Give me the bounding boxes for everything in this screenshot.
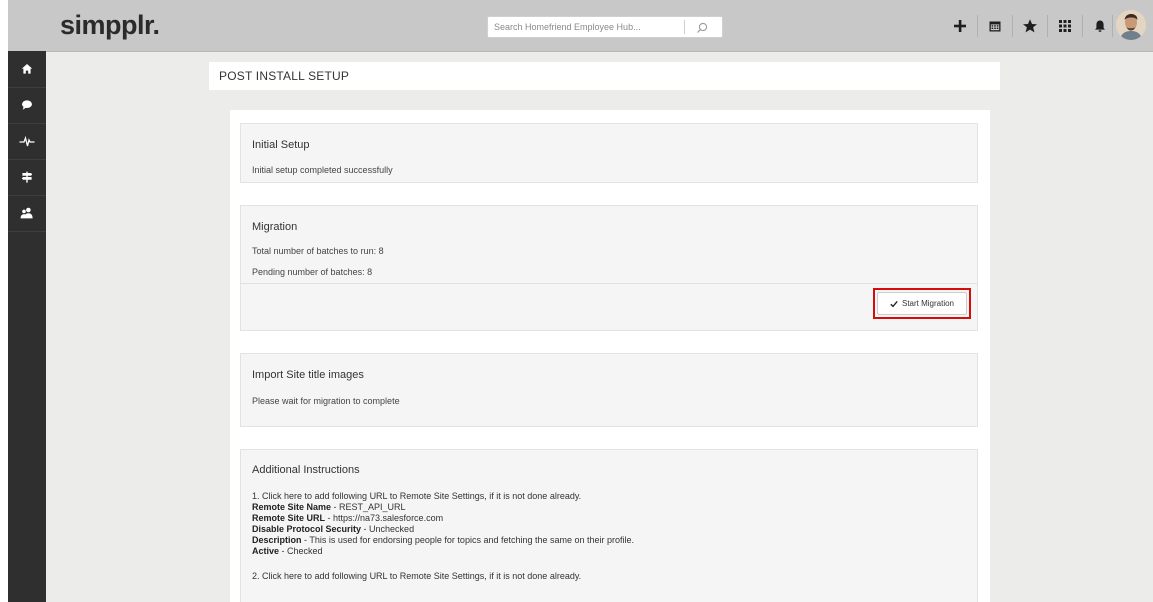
remote-site-name-line: Remote Site Name - REST_API_URL [252, 502, 406, 512]
total-batches-text: Total number of batches to run: 8 [252, 246, 384, 256]
instruction-step-2: 2. Click here to add following URL to Re… [252, 571, 582, 581]
page-title: POST INSTALL SETUP [219, 69, 350, 83]
rail-item-chat[interactable] [8, 87, 46, 124]
checkmark-icon [890, 300, 898, 307]
simpplr-logo[interactable]: simpplr. [60, 10, 160, 41]
migration-card-divider [241, 283, 977, 284]
pulse-icon [19, 135, 35, 147]
initial-setup-title: Initial Setup [252, 139, 310, 151]
calendar-icon[interactable] [981, 12, 1009, 40]
description-label: Description [252, 535, 302, 545]
rail-item-people[interactable] [8, 195, 46, 232]
initial-setup-card: Initial Setup Initial setup completed su… [240, 123, 978, 183]
toolbar-separator [1112, 15, 1113, 37]
protocol-security-value: - Unchecked [361, 524, 415, 534]
remote-site-url-line: Remote Site URL - https://na73.salesforc… [252, 513, 443, 523]
active-value: - Checked [279, 546, 323, 556]
toolbar-separator [1047, 15, 1048, 37]
instruction-step-1: 1. Click here to add following URL to Re… [252, 491, 582, 501]
search-input[interactable] [494, 19, 678, 35]
toolbar-separator [1012, 15, 1013, 37]
import-images-title: Import Site title images [252, 369, 364, 381]
signpost-icon [21, 171, 33, 183]
home-icon [21, 64, 33, 74]
start-migration-label: Start Migration [901, 299, 955, 308]
toolbar-separator [1082, 15, 1083, 37]
instructions-title: Additional Instructions [252, 464, 360, 476]
app-frame: simpplr. Search Homefriend Employee Hub.… [8, 0, 1153, 602]
page-title-bar: POST INSTALL SETUP [209, 62, 1000, 90]
migration-title: Migration [252, 221, 298, 233]
star-icon[interactable] [1016, 12, 1044, 40]
toolbar-separator [977, 15, 978, 37]
description-value: - This is used for endorsing people for … [301, 535, 635, 545]
protocol-security-label: Disable Protocol Security [252, 524, 362, 534]
left-rail [8, 51, 46, 602]
avatar[interactable] [1116, 10, 1146, 40]
search-box[interactable] [487, 16, 723, 38]
remote-site-name-value: - REST_API_URL [331, 502, 406, 512]
import-images-status: Please wait for migration to complete [252, 396, 400, 406]
protocol-security-line: Disable Protocol Security - Unchecked [252, 524, 414, 534]
pending-batches-text: Pending number of batches: 8 [252, 267, 373, 277]
remote-site-url-label: Remote Site URL [252, 513, 326, 523]
plus-icon[interactable] [946, 12, 974, 40]
apps-grid-icon[interactable] [1051, 12, 1079, 40]
active-line: Active - Checked [252, 546, 323, 556]
description-line: Description - This is used for endorsing… [252, 535, 634, 545]
import-images-card: Import Site title images Please wait for… [240, 353, 978, 427]
remote-site-name-label: Remote Site Name [252, 502, 332, 512]
initial-setup-status: Initial setup completed successfully [252, 165, 393, 175]
rail-item-directions[interactable] [8, 159, 46, 196]
remote-site-url-value: - https://na73.salesforce.com [325, 513, 444, 523]
instructions-card: Additional Instructions 1. Click here to… [240, 449, 978, 602]
page: simpplr. Search Homefriend Employee Hub.… [0, 0, 1153, 602]
bell-icon[interactable] [1086, 12, 1114, 40]
search-icon[interactable] [695, 21, 709, 35]
chat-icon [22, 100, 32, 110]
search-divider [684, 20, 685, 34]
top-bar: simpplr. [8, 0, 1153, 52]
setup-panel: Initial Setup Initial setup completed su… [230, 110, 990, 602]
active-label: Active [252, 546, 280, 556]
migration-card: Migration Total number of batches to run… [240, 205, 978, 331]
start-migration-button[interactable]: Start Migration [877, 292, 967, 315]
rail-item-home[interactable] [8, 51, 46, 88]
people-icon [20, 207, 33, 219]
rail-item-pulse[interactable] [8, 123, 46, 160]
